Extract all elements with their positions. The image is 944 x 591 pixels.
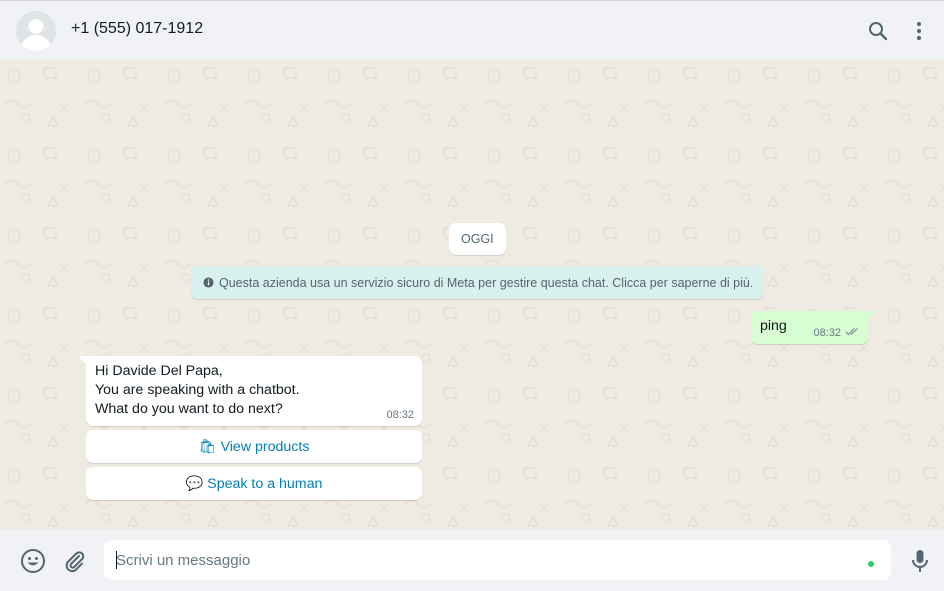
encryption-notice-text: Questa azienda usa un servizio sicuro di…: [219, 275, 754, 290]
quick-reply-label: View products: [220, 438, 310, 455]
status-dot: [868, 561, 874, 567]
avatar[interactable]: [16, 11, 56, 51]
chat-area[interactable]: OGGI Questa azienda usa un servizio sicu…: [0, 60, 944, 529]
mic-icon[interactable]: [907, 548, 933, 574]
menu-dots-icon[interactable]: [907, 19, 931, 43]
message-text: Hi Davide Del Papa, You are speaking wit…: [95, 362, 300, 419]
info-icon: [203, 277, 214, 288]
incoming-message[interactable]: Hi Davide Del Papa, You are speaking wit…: [78, 356, 422, 426]
message-time: 08:32: [386, 409, 414, 421]
chat-header: +1 (555) 017-1912: [0, 0, 944, 60]
message-input-container[interactable]: [104, 540, 891, 580]
emoji-icon[interactable]: [20, 548, 46, 574]
text-caret: [116, 551, 117, 569]
bubble-tail: [78, 356, 87, 365]
search-icon[interactable]: [866, 19, 890, 43]
quick-reply-label: Speak to a human: [207, 475, 323, 492]
quick-reply-view-products[interactable]: 🛍 View products: [86, 430, 422, 463]
quick-reply-speak-to-human[interactable]: 💬 Speak to a human: [86, 467, 422, 500]
message-text: ping: [760, 318, 787, 334]
default-avatar-icon: [16, 11, 56, 51]
double-check-icon: [845, 327, 860, 339]
message-line: Hi Davide Del Papa,: [95, 363, 223, 379]
message-time: 08:32: [813, 327, 841, 339]
message-meta: 08:32: [813, 327, 860, 339]
message-line: You are speaking with a chatbot.: [95, 382, 300, 398]
speech-bubble-icon: 💬: [185, 475, 204, 492]
message-input[interactable]: [116, 540, 856, 580]
shopping-bags-icon: 🛍: [198, 438, 217, 455]
compose-bar: [0, 529, 944, 591]
attach-icon[interactable]: [61, 548, 87, 574]
contact-name[interactable]: +1 (555) 017-1912: [71, 20, 203, 38]
date-chip: OGGI: [449, 223, 506, 255]
bubble-tail: [867, 311, 876, 320]
message-line: What do you want to do next?: [95, 401, 283, 417]
outgoing-message[interactable]: ping 08:32: [751, 311, 876, 344]
encryption-notice[interactable]: Questa azienda usa un servizio sicuro di…: [191, 266, 764, 299]
